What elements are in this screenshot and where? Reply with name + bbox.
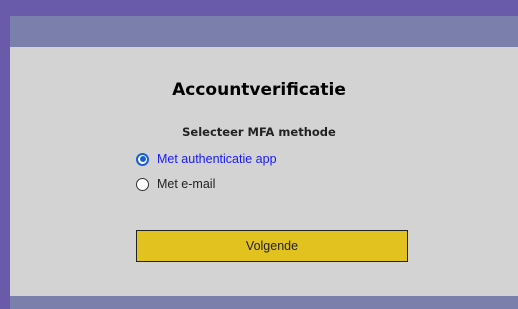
email-radio[interactable] [136, 177, 149, 191]
authenticator-app-radio[interactable] [136, 152, 149, 166]
authenticator-app-label[interactable]: Met authenticatie app [157, 152, 277, 166]
card-header-bar [10, 16, 518, 47]
next-button[interactable]: Volgende [136, 230, 408, 262]
page-title: Accountverificatie [172, 80, 346, 100]
mfa-option-authenticator-app[interactable]: Met authenticatie app [136, 150, 277, 168]
mfa-option-email[interactable]: Met e-mail [136, 175, 215, 193]
mfa-method-heading: Selecteer MFA methode [182, 125, 336, 139]
email-label[interactable]: Met e-mail [157, 177, 215, 191]
card-footer-bar [10, 296, 518, 309]
